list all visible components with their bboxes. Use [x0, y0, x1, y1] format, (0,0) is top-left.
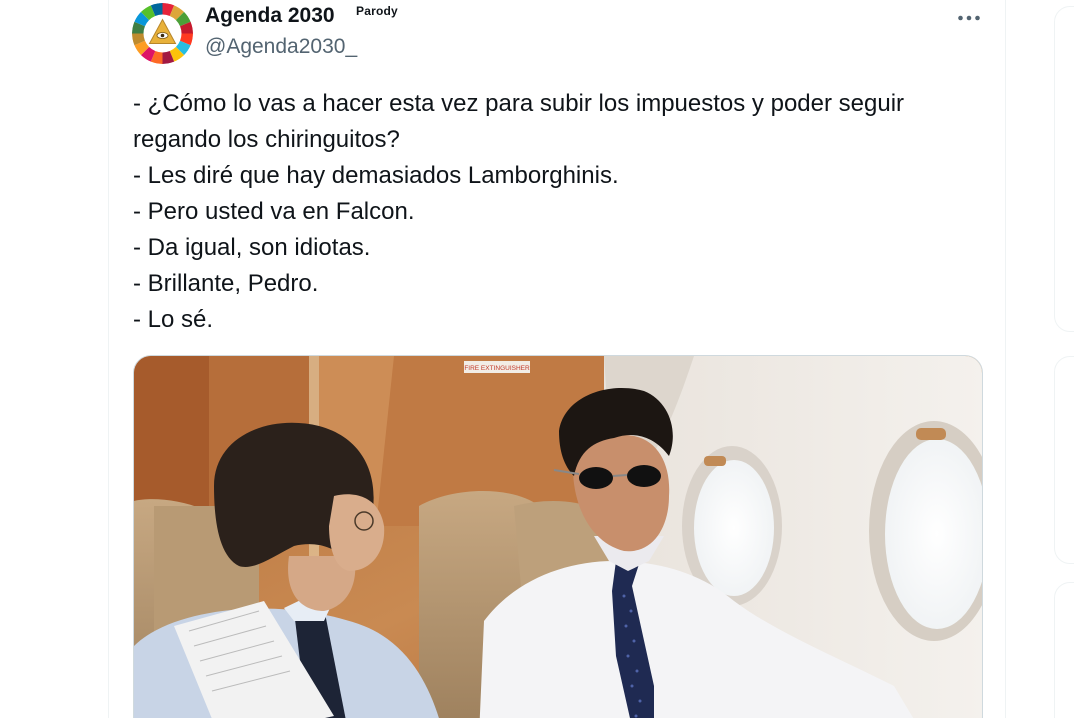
fire-extinguisher-sign: FIRE EXTINGUISHER — [464, 361, 530, 373]
parody-badge: Parody — [356, 4, 398, 18]
tweet-text-line: - Pero usted va en Falcon. — [133, 198, 415, 225]
more-options-button[interactable] — [950, 4, 988, 32]
tweet-text-line: - Lo sé. — [133, 306, 214, 333]
author-display-name[interactable]: Agenda 2030 — [205, 4, 335, 28]
tweet-text-line: - Da igual, son idiotas. — [133, 234, 371, 261]
tweet-text-line: - Les diré que hay demasiados Lamborghin… — [133, 162, 619, 189]
tweet-photo[interactable]: FIRE EXTINGUISHER — [133, 355, 983, 718]
tweet-text-line: - Brillante, Pedro. — [133, 270, 319, 297]
sidebar-card[interactable] — [1054, 356, 1074, 564]
tweet-text: - ¿Cómo lo vas a hacer esta vez para sub… — [133, 86, 983, 338]
fire-extinguisher-sign-text: FIRE EXTINGUISHER — [464, 365, 530, 372]
more-horizontal-icon — [958, 15, 980, 21]
tweet-text-line: - ¿Cómo lo vas a hacer esta vez para sub… — [133, 90, 905, 117]
photo-illustration: FIRE EXTINGUISHER — [134, 356, 982, 718]
sidebar-card[interactable] — [1054, 6, 1074, 332]
sidebar-cards — [1054, 0, 1074, 718]
page: Agenda 2030 Parody @Agenda2030_ - ¿Cómo … — [0, 0, 1074, 718]
tweet-text-line: regando los chiringuitos? — [133, 126, 400, 153]
sidebar-card[interactable] — [1054, 582, 1074, 718]
avatar[interactable] — [132, 3, 193, 64]
author-handle[interactable]: @Agenda2030_ — [205, 35, 357, 59]
sdg-wheel-logo — [132, 3, 193, 64]
